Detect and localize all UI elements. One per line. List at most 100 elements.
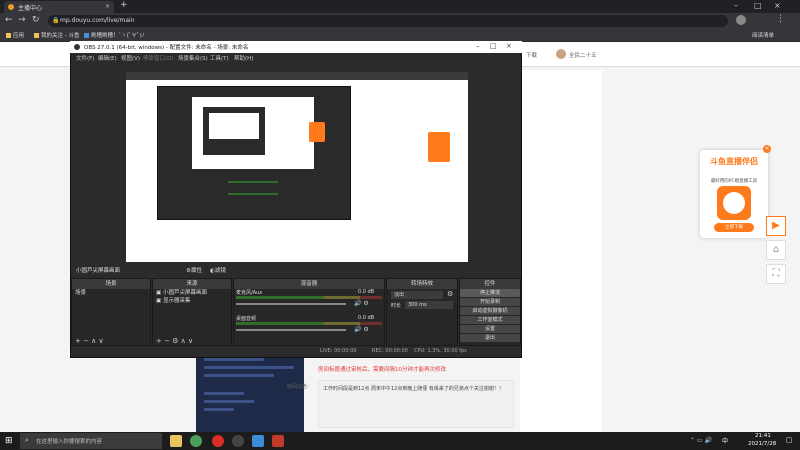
duration-input[interactable]: 300 ms [405, 301, 453, 309]
live-status: LIVE: 00:00:00 [320, 348, 357, 354]
reading-list[interactable]: 阅读清单 [752, 31, 774, 39]
rec-status: REC: 00:00:00 [372, 348, 408, 354]
home-icon[interactable]: ⌂ [766, 240, 786, 260]
promo-download-button[interactable]: 立即下载 [714, 223, 754, 232]
menu-view[interactable]: 视图(V) [121, 54, 140, 62]
source-add-remove-icons[interactable]: + − ⚙ ∧ ∨ [156, 337, 193, 345]
audio-mixer-dock: 混音器 麦克风/Aux 0.0 dB 🔊 ⚙ 桌面音频 0.0 dB 🔊 ⚙ [233, 278, 385, 346]
chrome-icon[interactable] [190, 435, 202, 447]
mixer-dock-title: 混音器 [234, 279, 384, 289]
transition-select[interactable]: 淡出 [391, 291, 443, 299]
file-explorer-icon[interactable] [170, 435, 182, 447]
settings-button[interactable]: 设置 [460, 325, 520, 333]
scene-item[interactable]: 场景 [72, 289, 150, 297]
profile-avatar-icon[interactable] [736, 15, 746, 25]
scene-add-remove-icons[interactable]: + − ∧ ∨ [75, 337, 104, 345]
start-recording-button[interactable]: 开始录制 [460, 298, 520, 306]
menu-file[interactable]: 文件(F) [76, 54, 94, 62]
controls-dock-title: 控件 [460, 279, 520, 289]
windows-start-icon[interactable]: ⊞ [5, 436, 13, 446]
play-icon[interactable]: ▶ [766, 216, 786, 236]
obs-close-icon[interactable]: × [506, 42, 512, 50]
obs-title: OBS 27.0.1 (64-bit, windows) - 配置文件: 未命名… [84, 45, 249, 51]
forward-icon[interactable]: → [18, 15, 26, 25]
announcement-box[interactable]: 工作时间段是到12点 周末中午12点到晚上随便 有缘来了的兄弟点个关注谢谢！！ [318, 380, 514, 428]
desktop-track-name: 桌面音频 [236, 316, 257, 322]
douyu-companion-icon[interactable] [272, 435, 284, 447]
menu-help[interactable]: 帮助(H) [234, 54, 253, 62]
studio-mode-button[interactable]: 工作室模式 [460, 316, 520, 324]
properties-button[interactable]: ⚙属性 [186, 266, 202, 274]
promo-card[interactable]: 斗鱼直播伴侣 最好用的PC端直播工具 立即下载 [700, 150, 768, 238]
menu-scene-collection[interactable]: 场景集合(S) [178, 54, 208, 62]
download-link[interactable]: 下载 [526, 51, 537, 59]
obs-title-bar: OBS 27.0.1 (64-bit, windows) - 配置文件: 未命名… [70, 41, 522, 53]
close-window-icon[interactable]: × [774, 1, 781, 10]
selected-source-label: 小圆芦尖屏幕画面 [76, 268, 121, 274]
mic-volume-slider[interactable] [236, 303, 346, 305]
transitions-dock: 转场特效 淡出 ⚙ 时长 300 ms [386, 278, 458, 346]
nested-obs-capture-2 [203, 107, 265, 155]
bookmark-apps[interactable]: 应用 [6, 31, 24, 39]
browser-menu-icon[interactable]: ⋮ [776, 14, 785, 24]
bookmark-custom[interactable]: 刷槽刷槽！`ヽ(ﾟ∀ﾟ)ﾉ [84, 31, 145, 39]
netease-music-icon[interactable] [212, 435, 224, 447]
reload-icon[interactable]: ↻ [32, 15, 40, 25]
stream-preview [196, 352, 304, 432]
taskbar-search-input[interactable]: ⌕ 在这里输入你要搜索的内容 [20, 433, 162, 449]
desktop-volume-slider[interactable] [236, 329, 346, 331]
stop-streaming-button[interactable]: 停止推流 [460, 289, 520, 297]
back-icon[interactable]: ← [5, 15, 13, 25]
scenes-dock: 场景 场景 + − ∧ ∨ [71, 278, 151, 346]
title-review-notice: 房间标题通过审核后，需要间隔10分钟才能再次修改 [318, 367, 447, 373]
source-item-1[interactable]: ▣ 小圆芦尖屏幕画面 [153, 289, 231, 297]
obs-taskbar-icon[interactable] [232, 435, 244, 447]
virtual-camera-button[interactable]: 启动虚拟摄像机 [460, 307, 520, 315]
user-avatar[interactable] [556, 49, 566, 59]
obs-maximize-icon[interactable]: □ [490, 42, 497, 50]
source-item-2[interactable]: ▣ 显示器采集 [153, 297, 231, 305]
maximize-icon[interactable]: □ [754, 1, 762, 10]
search-icon: ⌕ [25, 436, 29, 444]
source-toolbar [71, 264, 521, 276]
cpu-fps-status: CPU: 1.3%, 30.00 fps [414, 348, 467, 354]
desktop-track-db: 0.0 dB [358, 315, 375, 321]
mic-volume-meter [236, 296, 382, 299]
notification-icon[interactable]: ▢ [786, 436, 793, 444]
url-text: mp.douyu.com/live/main [60, 17, 135, 24]
taskbar-time[interactable]: 21:41 [755, 433, 771, 439]
menu-edit[interactable]: 编辑(E) [98, 54, 117, 62]
transition-settings-icon[interactable]: ⚙ [447, 290, 453, 298]
mic-track-name: 麦克风/Aux [236, 290, 263, 296]
mic-mute-icon[interactable]: 🔊 ⚙ [354, 300, 369, 307]
browser-tab[interactable]: 主播中心 × [4, 1, 114, 13]
duration-label: 时长 [391, 303, 402, 309]
search-placeholder: 在这里输入你要搜索的内容 [36, 439, 103, 445]
bookmark-my-follows[interactable]: 我的关注 - 斗鱼 [34, 31, 79, 39]
promo-subtitle: 最好用的PC端直播工具 [710, 179, 758, 184]
menu-docks[interactable]: 停靠窗口(D) [143, 54, 174, 62]
captured-promo-icon [428, 132, 450, 162]
exit-button[interactable]: 退出 [460, 334, 520, 342]
user-name[interactable]: 全民二十五 [569, 51, 597, 59]
input-language[interactable]: 中 [722, 436, 728, 445]
sources-dock-title: 来源 [153, 279, 231, 289]
mini-promo-icon [309, 122, 325, 142]
screenshot-icon[interactable]: ⛶ [766, 264, 786, 284]
tray-icons[interactable]: ⌃ ▭ 🔊 [690, 437, 712, 444]
captured-browser-chrome [126, 72, 468, 80]
obs-minimize-icon[interactable]: – [476, 42, 480, 50]
tab-close-icon[interactable]: × [105, 3, 110, 10]
promo-close-icon[interactable]: × [763, 145, 771, 153]
app-icon[interactable] [252, 435, 264, 447]
desktop-volume-meter [236, 322, 382, 325]
menu-tools[interactable]: 工具(T) [210, 54, 229, 62]
transitions-dock-title: 转场特效 [387, 279, 457, 289]
new-tab-icon[interactable]: + [120, 0, 128, 10]
url-input[interactable]: 🔒 mp.douyu.com/live/main [48, 15, 728, 27]
filters-button[interactable]: ◐滤镜 [210, 266, 226, 274]
desktop-mute-icon[interactable]: 🔊 ⚙ [354, 326, 369, 333]
taskbar-date[interactable]: 2021/7/28 [748, 441, 776, 447]
scenes-dock-title: 场景 [72, 279, 150, 289]
minimize-icon[interactable]: – [734, 1, 738, 10]
